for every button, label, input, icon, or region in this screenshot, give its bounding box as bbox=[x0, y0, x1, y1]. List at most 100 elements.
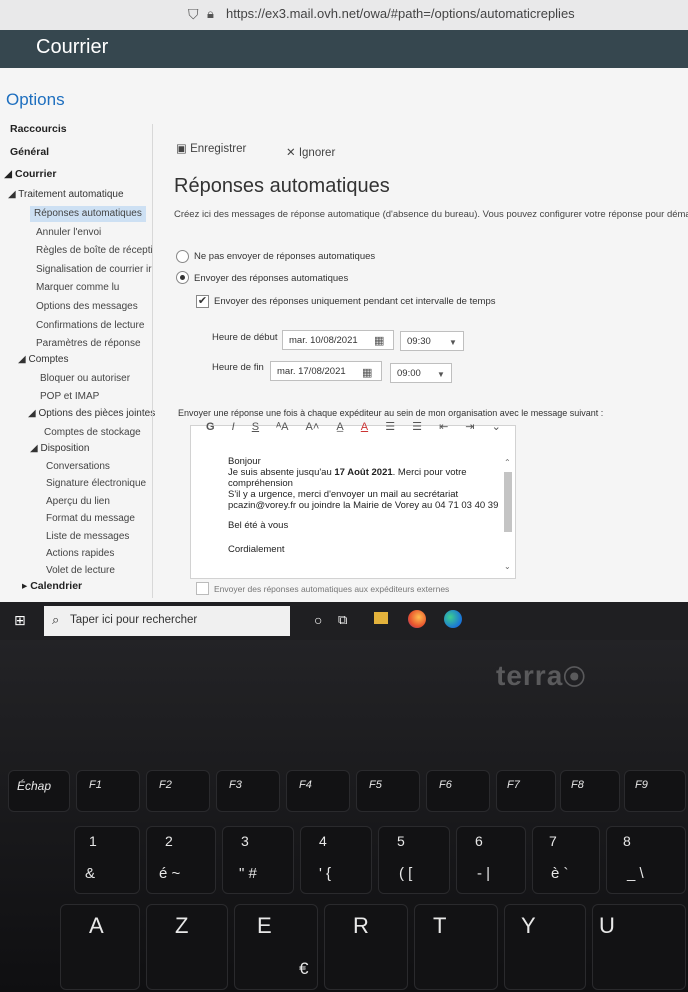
nav-pop-imap[interactable]: POP et IMAP bbox=[40, 391, 99, 402]
scroll-thumb[interactable] bbox=[504, 472, 512, 532]
nav-conversations[interactable]: Conversations bbox=[46, 461, 110, 472]
key-u[interactable]: U bbox=[592, 904, 686, 990]
editor-scrollbar[interactable]: ⌃ ⌄ bbox=[501, 458, 515, 574]
page-title: Réponses automatiques bbox=[174, 175, 390, 197]
key-f1[interactable]: F1 bbox=[76, 770, 140, 812]
key-7[interactable]: 7 è ` bbox=[532, 826, 600, 894]
file-explorer-icon[interactable] bbox=[374, 612, 388, 624]
key-a[interactable]: A bbox=[60, 904, 140, 990]
grow-font-button[interactable]: A˄ bbox=[306, 421, 320, 433]
key-f4[interactable]: F4 bbox=[286, 770, 350, 812]
key-4[interactable]: 4 ' { bbox=[300, 826, 372, 894]
key-f2[interactable]: F2 bbox=[146, 770, 210, 812]
nav-comptes[interactable]: ◢ Comptes bbox=[18, 354, 68, 365]
key-e[interactable]: E € bbox=[234, 904, 318, 990]
nav-options-messages[interactable]: Options des messages bbox=[36, 301, 138, 312]
nav-liste[interactable]: Liste de messages bbox=[46, 531, 129, 542]
edge-icon[interactable] bbox=[444, 610, 462, 628]
bold-button[interactable]: G bbox=[206, 421, 215, 433]
key-y[interactable]: Y bbox=[504, 904, 586, 990]
key-f7[interactable]: F7 bbox=[496, 770, 556, 812]
shield-icon[interactable]: ⛉ bbox=[188, 6, 202, 22]
key-t[interactable]: T bbox=[414, 904, 498, 990]
highlight-button[interactable]: A̲ bbox=[336, 421, 343, 433]
key-1[interactable]: 1 & bbox=[74, 826, 140, 894]
external-label[interactable]: Envoyer des réponses automatiques aux ex… bbox=[214, 584, 449, 594]
nav-reponses-automatiques[interactable]: Réponses automatiques bbox=[30, 206, 146, 222]
taskbar-search[interactable]: ⌕ Taper ici pour rechercher bbox=[44, 606, 290, 636]
nav-traitement[interactable]: ◢ Traitement automatique bbox=[8, 189, 124, 200]
nav-raccourcis[interactable]: Raccourcis bbox=[10, 123, 67, 135]
nav-apercu[interactable]: Aperçu du lien bbox=[46, 496, 110, 507]
key-f8[interactable]: F8 bbox=[560, 770, 620, 812]
nav-general[interactable]: Général bbox=[10, 146, 49, 158]
nav-bloquer[interactable]: Bloquer ou autoriser bbox=[40, 373, 130, 384]
key-3[interactable]: 3 " # bbox=[222, 826, 294, 894]
key-f9[interactable]: F9 bbox=[624, 770, 686, 812]
key-8[interactable]: 8 _ \ bbox=[606, 826, 686, 894]
numbering-button[interactable]: ☰ bbox=[412, 420, 422, 433]
key-esc[interactable]: Échap bbox=[8, 770, 70, 812]
nav-format[interactable]: Format du message bbox=[46, 513, 135, 524]
nav-disposition[interactable]: ◢ Disposition bbox=[30, 443, 89, 454]
calendar-icon[interactable]: ▦ bbox=[362, 366, 376, 379]
lock-icon[interactable]: 🔒︎ bbox=[207, 6, 221, 22]
chevron-down-icon[interactable]: ⌄ bbox=[504, 562, 511, 571]
url-text[interactable]: https://ex3.mail.ovh.net/owa/#path=/opti… bbox=[226, 6, 575, 21]
cortana-icon[interactable]: ○ bbox=[314, 612, 322, 628]
key-5[interactable]: 5 ( [ bbox=[378, 826, 450, 894]
bullets-button[interactable]: ☰ bbox=[385, 420, 395, 433]
nav-confirmations[interactable]: Confirmations de lecture bbox=[36, 320, 144, 331]
discard-button[interactable]: ✕ Ignorer bbox=[286, 145, 335, 159]
message-body[interactable]: Bonjour Je suis absente jusqu'au 17 Août… bbox=[226, 452, 516, 574]
discard-label: Ignorer bbox=[298, 147, 336, 159]
nav-annuler-envoi[interactable]: Annuler l'envoi bbox=[36, 227, 101, 238]
key-z[interactable]: Z bbox=[146, 904, 228, 990]
calendar-icon[interactable]: ▦ bbox=[374, 334, 388, 347]
key-f6[interactable]: F6 bbox=[426, 770, 490, 812]
more-tools-button[interactable]: ⌄ bbox=[492, 420, 501, 433]
key-label: Échap bbox=[17, 779, 52, 793]
outdent-button[interactable]: ⇤ bbox=[439, 420, 448, 433]
msg-line-part: Je suis absente jusqu'au bbox=[228, 467, 335, 478]
radio-no-replies[interactable] bbox=[176, 250, 189, 263]
key-label: " # bbox=[239, 865, 257, 882]
radio-send-replies[interactable] bbox=[176, 271, 189, 284]
italic-button[interactable]: I bbox=[232, 421, 235, 433]
nav-signature[interactable]: Signature électronique bbox=[46, 478, 146, 489]
indent-button[interactable]: ⇥ bbox=[465, 420, 474, 433]
nav-marquer[interactable]: Marquer comme lu bbox=[36, 282, 119, 293]
font-size-button[interactable]: ᴬA bbox=[276, 421, 288, 433]
firefox-icon[interactable] bbox=[408, 610, 426, 628]
nav-signalisation[interactable]: Signalisation de courrier ir bbox=[36, 264, 152, 275]
key-label: F6 bbox=[439, 779, 452, 791]
key-label: U bbox=[599, 913, 615, 938]
nav-stockage[interactable]: Comptes de stockage bbox=[44, 427, 141, 438]
end-date-value: mar. 17/08/2021 bbox=[277, 366, 346, 377]
nav-volet[interactable]: Volet de lecture bbox=[46, 565, 115, 576]
nav-courrier[interactable]: ◢ Courrier bbox=[4, 168, 56, 180]
font-color-button[interactable]: A bbox=[361, 421, 368, 433]
radio-no-replies-label[interactable]: Ne pas envoyer de réponses automatiques bbox=[194, 251, 375, 262]
windows-start-icon[interactable]: ⊞ bbox=[14, 612, 26, 629]
task-view-icon[interactable]: ⧉ bbox=[338, 612, 347, 628]
nav-parametres[interactable]: Paramètres de réponse bbox=[36, 338, 141, 349]
save-button[interactable]: ▣ Enregistrer bbox=[176, 141, 246, 155]
underline-button[interactable]: S bbox=[252, 421, 259, 433]
key-r[interactable]: R bbox=[324, 904, 408, 990]
interval-label[interactable]: Envoyer des réponses uniquement pendant … bbox=[214, 296, 495, 307]
interval-checkbox[interactable]: ✔ bbox=[196, 295, 209, 308]
chevron-down-icon: ◢ bbox=[18, 354, 29, 365]
nav-actions[interactable]: Actions rapides bbox=[46, 548, 114, 559]
app-title[interactable]: Courrier bbox=[36, 36, 108, 59]
key-6[interactable]: 6 - | bbox=[456, 826, 526, 894]
external-checkbox[interactable] bbox=[196, 582, 209, 595]
key-f3[interactable]: F3 bbox=[216, 770, 280, 812]
nav-calendrier[interactable]: ▸ Calendrier bbox=[22, 580, 82, 592]
key-f5[interactable]: F5 bbox=[356, 770, 420, 812]
nav-pieces-jointes[interactable]: ◢ Options des pièces jointes bbox=[28, 408, 155, 419]
key-2[interactable]: 2 é ~ bbox=[146, 826, 216, 894]
nav-regles[interactable]: Règles de boîte de récepti bbox=[36, 245, 153, 256]
radio-send-replies-label[interactable]: Envoyer des réponses automatiques bbox=[194, 273, 348, 284]
chevron-up-icon[interactable]: ⌃ bbox=[504, 458, 511, 467]
